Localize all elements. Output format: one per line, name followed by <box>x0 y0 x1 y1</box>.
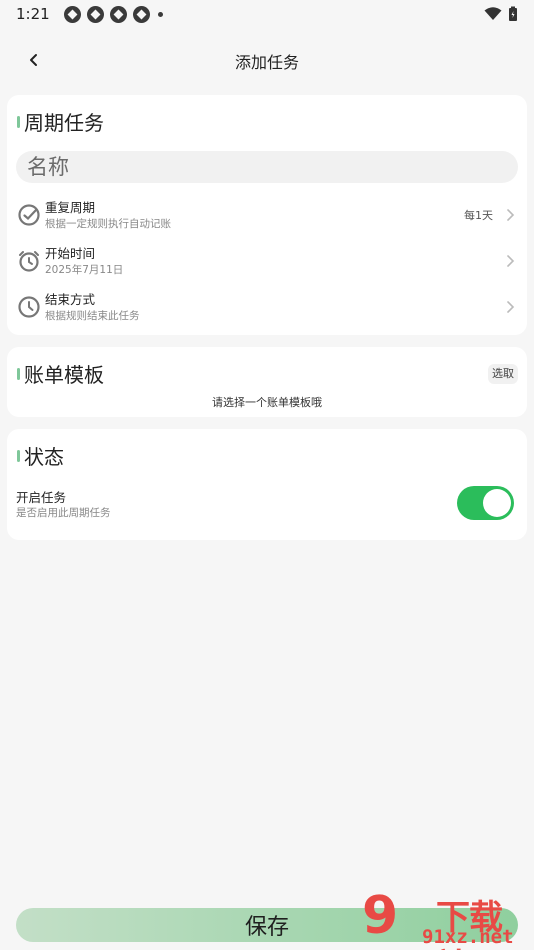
template-hint: 请选择一个账单模板哦 <box>212 396 322 409</box>
more-notifications-icon <box>157 11 163 17</box>
status-bar: 1:21 <box>0 0 534 28</box>
start-time-row[interactable]: 开始时间 2025年7月11日 <box>15 241 519 281</box>
chevron-right-icon <box>507 301 515 313</box>
watermark-digit: 9 <box>362 886 399 946</box>
app-notification-icon <box>132 5 150 23</box>
enable-task-subtitle: 是否启用此周期任务 <box>16 507 111 519</box>
chevron-right-icon <box>507 209 515 221</box>
title-accent-bar <box>17 367 20 380</box>
card-title-text: 状态 <box>24 445 64 469</box>
row-title: 开始时间 <box>45 246 96 261</box>
clock-icon <box>18 296 40 318</box>
row-title: 结束方式 <box>45 292 96 307</box>
card-title: 周期任务 <box>17 107 104 136</box>
page-title: 添加任务 <box>234 53 299 72</box>
battery-icon <box>509 6 517 21</box>
watermark-logo: 9 下载站 91xz.net <box>362 888 534 950</box>
row-subtitle: 2025年7月11日 <box>45 264 124 276</box>
row-subtitle: 根据一定规则执行自动记账 <box>45 218 171 230</box>
enable-task-toggle[interactable] <box>457 486 514 520</box>
card-title: 账单模板 <box>17 359 104 388</box>
card-title-text: 周期任务 <box>24 111 104 135</box>
task-name-input[interactable] <box>16 151 518 183</box>
app-notification-icon <box>109 5 127 23</box>
notification-icons <box>63 5 163 23</box>
check-circle-icon <box>18 204 40 226</box>
repeat-cycle-row[interactable]: 重复周期 根据一定规则执行自动记账 每1天 <box>15 195 519 235</box>
end-method-row[interactable]: 结束方式 根据规则结束此任务 <box>15 287 519 327</box>
title-accent-bar <box>17 449 20 462</box>
toggle-knob <box>483 489 511 517</box>
card-title: 状态 <box>17 441 64 470</box>
bill-template-card: 账单模板 选取 请选择一个账单模板哦 <box>7 347 527 417</box>
row-value: 每1天 <box>464 209 493 222</box>
pick-template-button[interactable]: 选取 <box>488 364 518 384</box>
app-notification-icon <box>86 5 104 23</box>
title-accent-bar <box>17 115 20 128</box>
alarm-clock-icon <box>19 251 39 272</box>
save-button-label: 保存 <box>244 915 289 940</box>
status-card: 状态 开启任务 是否启用此周期任务 <box>7 429 527 540</box>
chevron-right-icon <box>507 255 515 267</box>
app-notification-icon <box>63 5 81 23</box>
app-bar: 添加任务 <box>0 40 534 80</box>
periodic-task-card: 周期任务 重复周期 根据一定规则执行自动记账 每1天 开始时间 2025年7月1… <box>7 95 527 335</box>
watermark-url: 91xz.net <box>422 926 514 948</box>
row-subtitle: 根据规则结束此任务 <box>45 310 140 322</box>
status-time: 1:21 <box>16 5 50 23</box>
enable-task-label: 开启任务 <box>16 490 67 505</box>
card-title-text: 账单模板 <box>24 363 104 387</box>
wifi-icon <box>484 7 502 20</box>
row-title: 重复周期 <box>45 200 96 215</box>
